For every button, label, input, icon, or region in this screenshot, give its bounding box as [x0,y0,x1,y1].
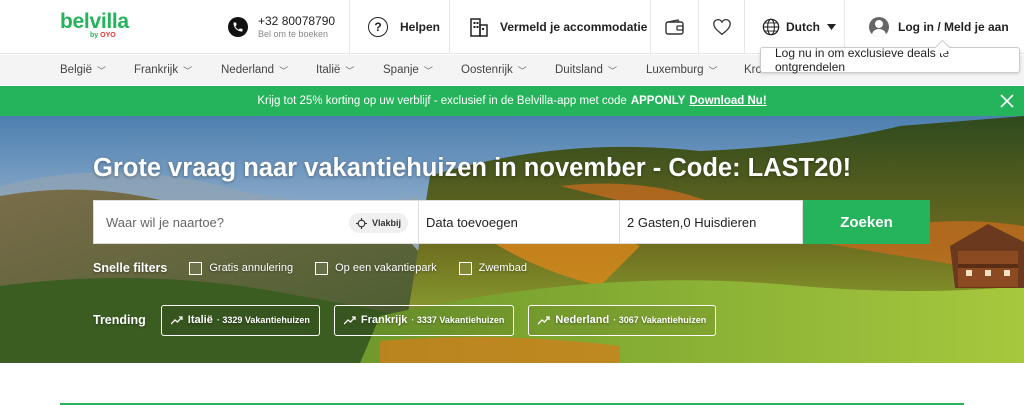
trending-section: Trending Italië · 3329 Vakantiehuizen Fra… [93,304,730,336]
nav-item-belgie[interactable]: België ﹀ [60,55,106,85]
chip-name: Frankrijk [360,314,408,326]
list-property-label: Vermeld je accommodatie [500,20,648,34]
chevron-down-icon: ﹀ [96,65,106,76]
promo-text: Krijg tot 25% korting op uw verblijf - e… [257,95,627,107]
wallet-button[interactable] [650,0,698,54]
question-icon: ? [368,17,388,37]
favorites-button[interactable] [698,0,744,54]
chip-count: · 3337 Vakantiehuizen [411,315,505,325]
nav-label: België [60,64,92,76]
nav-item-italie[interactable]: Italië ﹀ [316,55,354,85]
search-button[interactable]: Zoeken [803,200,930,244]
heart-icon [712,18,731,36]
nav-item-luxemburg[interactable]: Luxemburg ﹀ [646,55,718,85]
filter-label: Gratis annulering [209,262,294,274]
checkbox[interactable] [189,261,203,275]
chevron-down-icon: ﹀ [183,65,193,76]
trending-chip-italie[interactable]: Italië · 3329 Vakantiehuizen [160,304,320,336]
language-label: Dutch [786,20,820,34]
hero-title: Grote vraag naar vakantiehuizen in novem… [93,154,852,182]
filter-free-cancellation[interactable]: Gratis annulering [189,261,294,275]
chevron-down-icon: ﹀ [607,65,617,76]
nav-item-duitsland[interactable]: Duitsland ﹀ [555,55,617,85]
tooltip-text: Log nu in om exclusieve deals te ontgren… [775,46,950,74]
logo-byline: by OYO [90,32,116,39]
chevron-down-icon: ﹀ [345,65,355,76]
nav-label: Duitsland [555,64,603,76]
wallet-icon [664,18,684,35]
promo-code: APPONLY [630,95,686,107]
nav-item-nederland[interactable]: Nederland ﹀ [221,55,288,85]
nav-item-spanje[interactable]: Spanje ﹀ [383,55,433,85]
chip-count: · 3067 Vakantiehuizen [613,315,707,325]
guests-field[interactable]: 2 Gasten,0 Huisdieren [620,200,803,244]
help-button[interactable]: ? Helpen [349,0,449,54]
phone-subtitle: Bel om te boeken [258,29,329,39]
crosshair-icon [355,217,367,229]
nav-label: Italië [316,64,341,76]
trending-chip-nederland[interactable]: Nederland · 3067 Vakantiehuizen [528,304,717,336]
login-tooltip: Log nu in om exclusieve deals te ontgren… [760,46,1020,74]
nav-label: Spanje [383,64,419,76]
phone-number: +32 80078790 [258,14,336,28]
search-bar: Waar wil je naartoe? Vlakbij Data toevoe… [93,200,930,244]
nav-item-frankrijk[interactable]: Frankrijk ﹀ [134,55,192,85]
promo-banner: Krijg tot 25% korting op uw verblijf - e… [0,86,1024,116]
chip-name: Italië [187,314,213,326]
filter-label: Zwembad [478,262,527,274]
filter-label: Op een vakantiepark [335,262,437,274]
trending-up-icon [343,316,356,325]
hero-section: Grote vraag naar vakantiehuizen in novem… [0,116,1024,363]
chevron-down-icon: ﹀ [423,65,433,76]
nearby-button[interactable]: Vlakbij [348,213,408,233]
nav-label: Frankrijk [134,64,179,76]
filter-pool[interactable]: Zwembad [458,261,527,275]
login-label: Log in / Meld je aan [898,20,1009,34]
logo-text: belvilla [60,10,129,33]
trending-title: Trending [93,313,146,327]
trending-chip-frankrijk[interactable]: Frankrijk · 3337 Vakantiehuizen [333,304,515,336]
quick-filters-title: Snelle filters [93,261,168,275]
nav-label: Oostenrijk [461,64,513,76]
filter-holiday-park[interactable]: Op een vakantiepark [315,261,437,275]
trending-up-icon [538,316,551,325]
nearby-label: Vlakbij [371,218,401,228]
checkbox[interactable] [315,261,329,275]
globe-icon [762,18,780,36]
checkbox[interactable] [458,261,472,275]
destination-input[interactable]: Waar wil je naartoe? Vlakbij [93,200,419,244]
destination-placeholder: Waar wil je naartoe? [106,214,225,230]
chevron-down-icon: ﹀ [517,65,527,76]
help-label: Helpen [400,20,441,34]
phone-contact[interactable]: +32 80078790 Bel om te boeken [215,0,349,54]
trending-up-icon [170,316,183,325]
nav-label: Nederland [221,64,275,76]
chevron-down-icon: ﹀ [279,65,289,76]
chip-name: Nederland [555,314,610,326]
nav-item-oostenrijk[interactable]: Oostenrijk ﹀ [461,55,527,85]
list-property-button[interactable]: Vermeld je accommodatie [449,0,650,54]
close-icon[interactable] [998,92,1016,110]
caret-down-icon [827,24,836,30]
building-icon [470,18,488,37]
phone-icon [228,17,248,37]
dates-field[interactable]: Data toevoegen [419,200,620,244]
download-link[interactable]: Download Nu! [689,95,766,107]
quick-filters: Snelle filters Gratis annulering Op een … [93,259,549,277]
user-avatar-icon [869,17,889,37]
chevron-down-icon: ﹀ [708,65,718,76]
belvilla-logo[interactable]: belvilla by OYO [60,10,129,40]
nav-label: Luxemburg [646,64,704,76]
chip-count: · 3329 Vakantiehuizen [216,315,310,325]
